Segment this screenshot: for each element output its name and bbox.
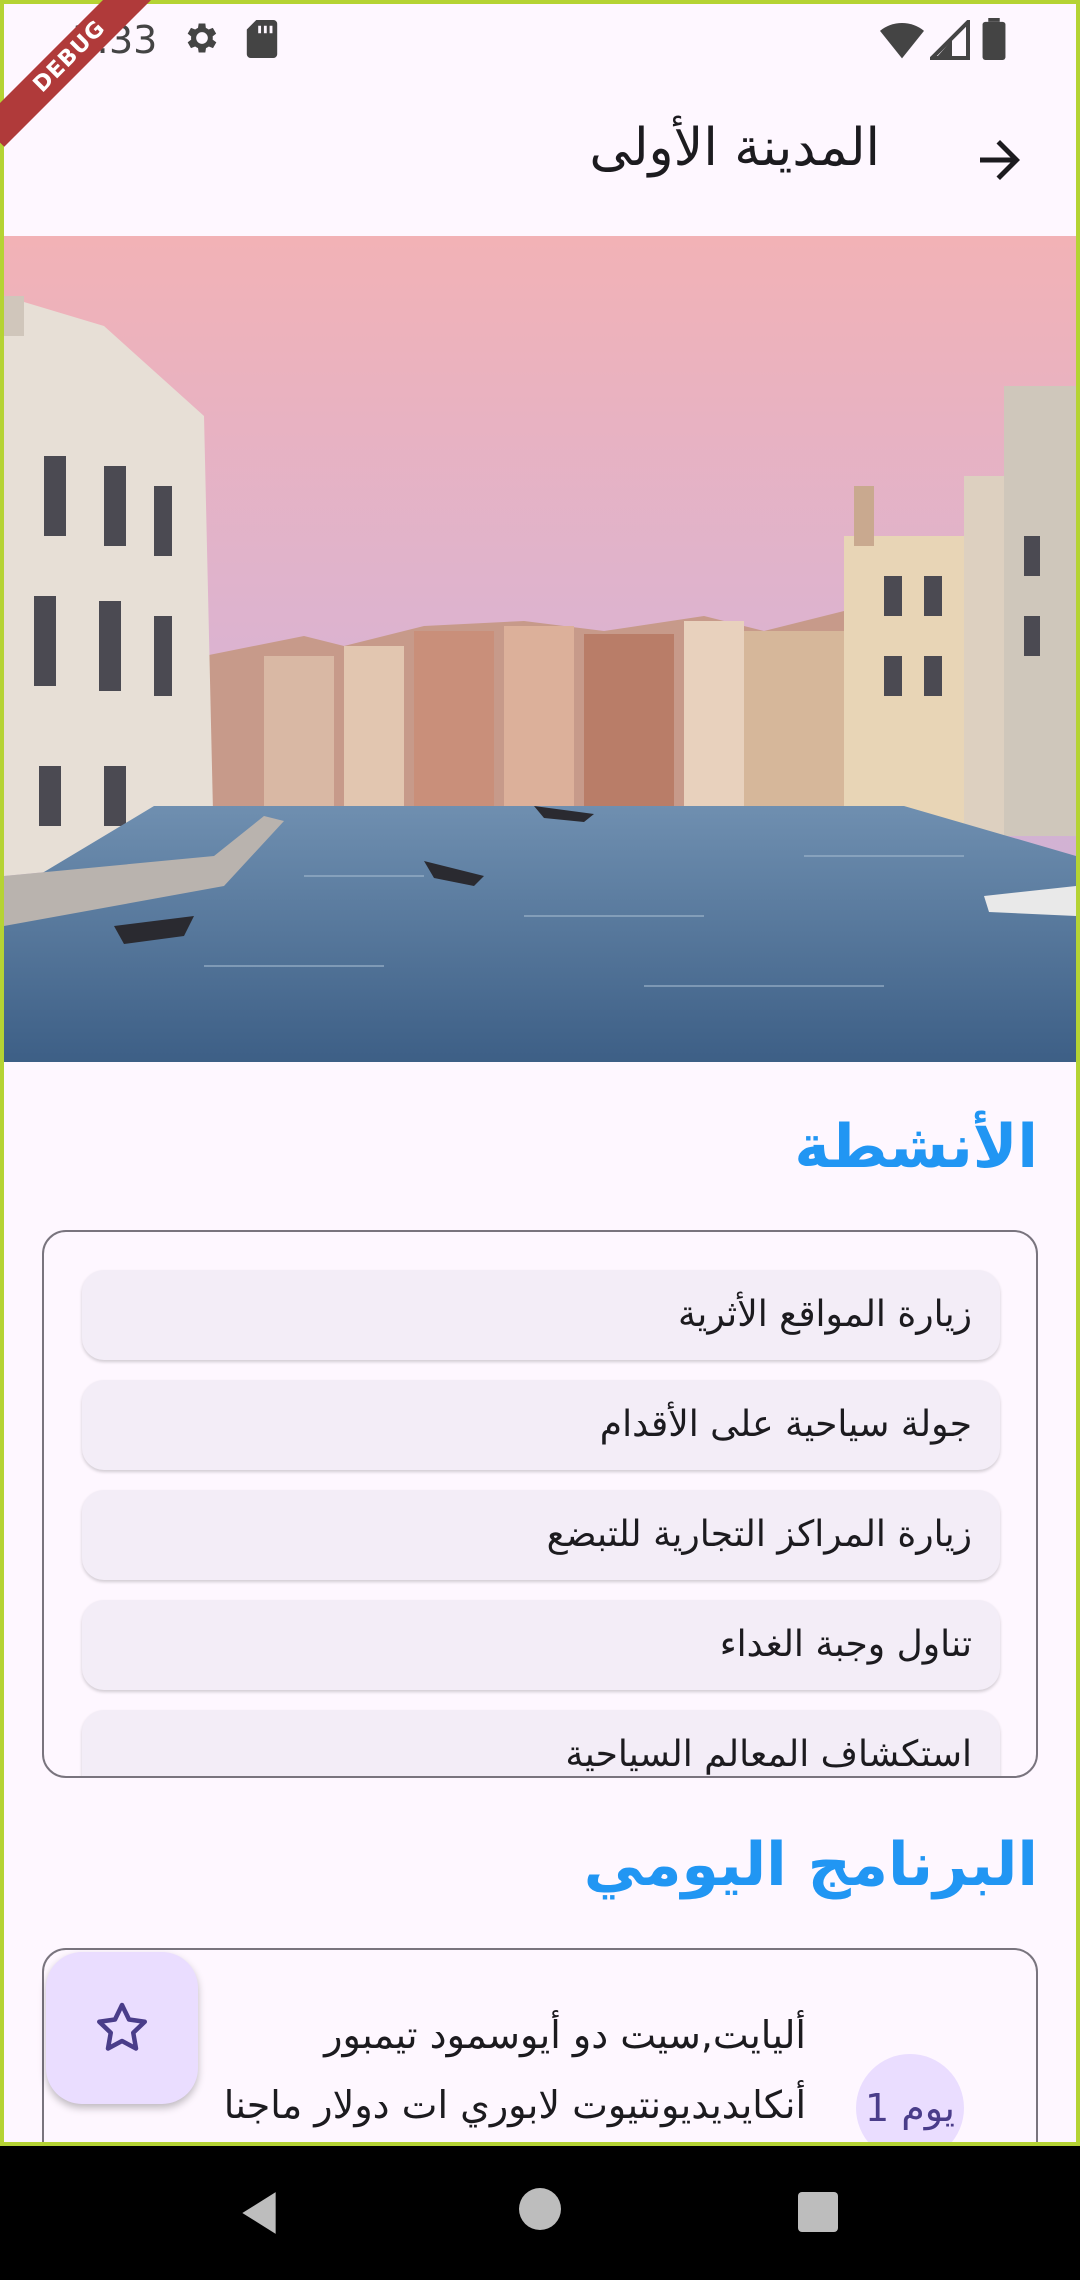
activities-list[interactable]: زيارة المواقع الأثرية جولة سياحية على ال… [42,1230,1038,1778]
battery-icon [982,18,1006,60]
nav-home-icon[interactable] [519,2188,561,2230]
arrow-forward-icon[interactable] [970,130,1030,190]
system-nav-bar [0,2146,1080,2280]
activity-label: زيارة المراكز التجارية للتبضع [546,1514,972,1555]
page-title: المدينة الأولى [589,118,880,178]
hero-image [4,236,1076,1062]
status-bar: 3:33 [0,0,1080,88]
list-item[interactable]: جولة سياحية على الأقدام [82,1380,1000,1470]
nav-recents-icon[interactable] [798,2192,838,2232]
favorite-fab[interactable] [46,1952,198,2104]
list-item[interactable]: تناول وجبة الغداء [82,1600,1000,1690]
activity-label: استكشاف المعالم السياحية [565,1734,972,1775]
activity-label: زيارة المواقع الأثرية [678,1294,972,1335]
program-line: أليايت,سيت دو أيوسمود تيمبور [324,2013,806,2057]
app-bar: المدينة الأولى [0,88,1080,236]
signal-icon [930,20,970,60]
list-item[interactable]: استكشاف المعالم السياحية [82,1710,1000,1776]
sd-card-icon [246,20,278,58]
activities-heading: الأنشطة [794,1112,1038,1182]
list-item[interactable]: زيارة المواقع الأثرية [82,1270,1000,1360]
program-line: أنكايديديونتيوت لابوري ات دولار ماجنا [223,2083,806,2127]
list-item[interactable]: زيارة المراكز التجارية للتبضع [82,1490,1000,1580]
wifi-icon [880,23,924,59]
daily-program-heading: البرنامج اليومي [583,1830,1038,1900]
gear-icon [187,23,217,53]
star-outline-icon [97,2002,147,2051]
activity-label: تناول وجبة الغداء [719,1624,972,1665]
nav-back-icon[interactable] [234,2188,284,2238]
activity-label: جولة سياحية على الأقدام [599,1404,972,1445]
program-description: أليايت,سيت دو أيوسمود تيمبور أنكايديديون… [126,2000,806,2140]
